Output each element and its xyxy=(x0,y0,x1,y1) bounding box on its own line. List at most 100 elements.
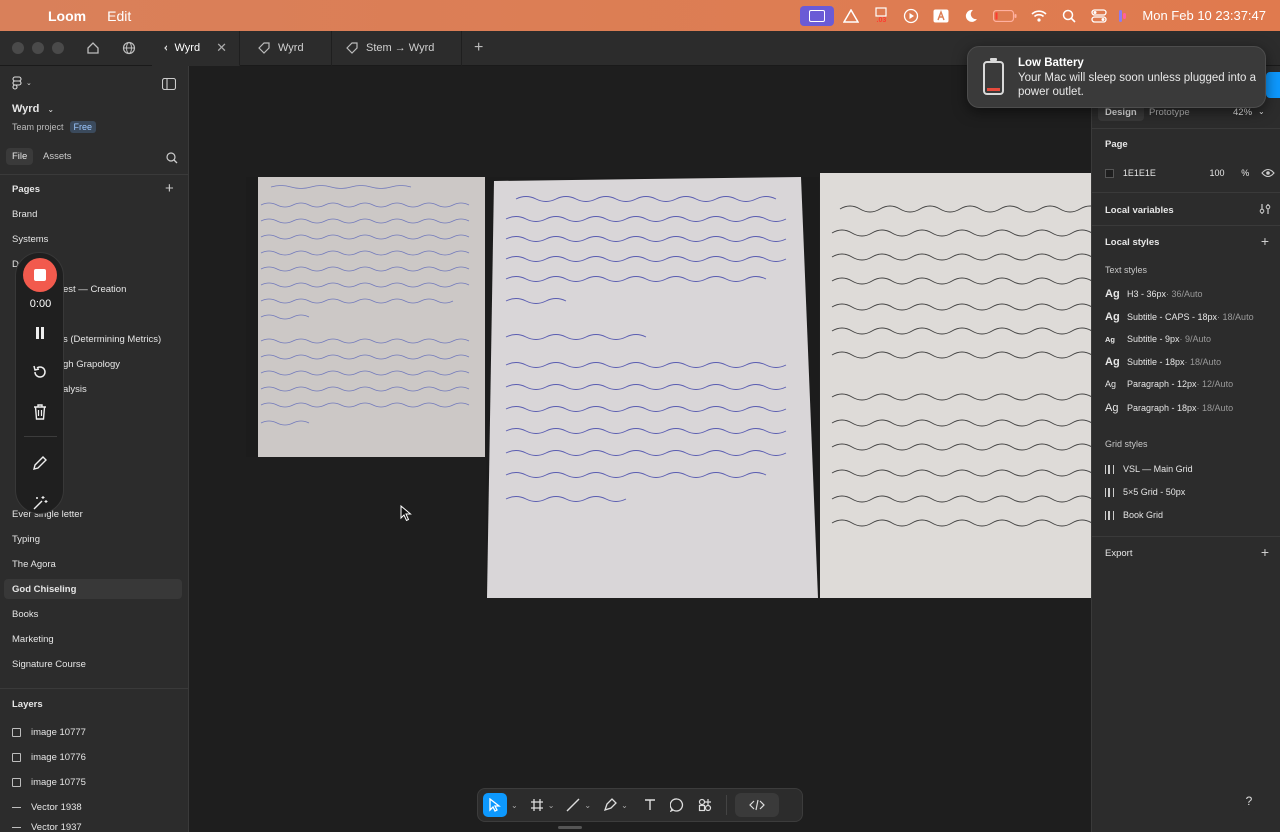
text-style-name: Paragraph - 12px xyxy=(1127,379,1197,389)
tab-wyrd[interactable]: Wyrd xyxy=(240,30,332,66)
tab-stem-wyrd[interactable]: Stem → Wyrd xyxy=(332,30,462,66)
play-icon[interactable] xyxy=(898,6,924,26)
grid-style-item[interactable]: Book Grid xyxy=(1105,510,1163,520)
share-button[interactable] xyxy=(1266,72,1280,98)
app-menu[interactable]: Loom xyxy=(48,8,86,24)
minimize-window-button[interactable] xyxy=(32,42,44,54)
page-item[interactable]: The Agora xyxy=(4,554,182,574)
handwriting-image-10777[interactable] xyxy=(820,173,1091,598)
page-item[interactable]: Books xyxy=(4,604,182,624)
layer-item[interactable]: Vector 1937 xyxy=(12,820,82,832)
low-battery-notification[interactable]: Low Battery Your Mac will sleep soon unl… xyxy=(967,46,1266,108)
page-item[interactable]: Brand xyxy=(4,204,182,224)
zoom-window-button[interactable] xyxy=(52,42,64,54)
restart-button[interactable] xyxy=(30,362,50,382)
help-label: ? xyxy=(1245,794,1253,808)
zoom-dropdown[interactable]: 42% ⌄ xyxy=(1233,107,1265,118)
help-button[interactable]: ? xyxy=(1238,790,1260,812)
wifi-icon[interactable] xyxy=(1026,6,1052,26)
home-icon[interactable] xyxy=(82,37,104,59)
apple-icon[interactable] xyxy=(16,8,30,24)
add-export-button[interactable]: + xyxy=(1261,544,1269,560)
new-tab-button[interactable]: + xyxy=(462,31,495,66)
text-tool-button[interactable] xyxy=(640,793,660,817)
add-style-button[interactable]: + xyxy=(1261,233,1269,249)
page-item-active[interactable]: God Chiseling xyxy=(4,579,182,599)
move-tool-button[interactable] xyxy=(483,793,507,817)
handwriting-image-10776[interactable] xyxy=(486,177,819,598)
layer-item[interactable]: image 10776 xyxy=(12,747,86,767)
edit-menu[interactable]: Edit xyxy=(107,8,131,24)
tab-assets[interactable]: Assets xyxy=(43,151,72,162)
color-swatch[interactable] xyxy=(1105,168,1114,178)
text-style-item[interactable]: Ag Subtitle - 9px · 9/Auto xyxy=(1105,334,1211,344)
pause-button[interactable] xyxy=(30,323,50,343)
variables-settings-icon[interactable] xyxy=(1259,203,1271,218)
text-style-item[interactable]: Ag Subtitle - CAPS - 18px · 18/Auto xyxy=(1105,311,1254,323)
handwriting-image-10775[interactable] xyxy=(246,177,485,457)
eye-icon[interactable] xyxy=(1261,168,1275,178)
globe-icon[interactable] xyxy=(118,37,140,59)
screen-share-icon[interactable] xyxy=(800,5,835,26)
effects-wand-icon[interactable] xyxy=(30,493,50,513)
grid-style-item[interactable]: 5×5 Grid - 50px xyxy=(1105,487,1185,497)
layer-item[interactable]: image 10775 xyxy=(12,772,86,792)
status-app-icon[interactable]: .03 xyxy=(868,6,894,26)
page-item[interactable]: Typing xyxy=(4,529,182,549)
chevron-down-icon[interactable]: ⌄ xyxy=(511,801,518,810)
page-item[interactable]: Signature Course xyxy=(4,654,182,674)
actions-tool-button[interactable] xyxy=(694,793,716,817)
close-window-button[interactable] xyxy=(12,42,24,54)
bottom-toolbar: ⌄ ⌄ ⌄ ⌄ xyxy=(477,788,803,822)
chevron-down-icon[interactable]: ⌄ xyxy=(584,801,591,810)
line-tool-button[interactable] xyxy=(566,793,580,817)
layer-item[interactable]: image 10777 xyxy=(12,722,86,742)
trash-icon[interactable] xyxy=(30,402,50,422)
control-center-icon[interactable] xyxy=(1086,6,1112,26)
page-item[interactable]: Systems xyxy=(4,229,182,249)
toolbar-resize-handle[interactable] xyxy=(558,826,582,829)
text-style-item[interactable]: Ag Subtitle - 18px · 18/Auto xyxy=(1105,356,1221,368)
chevron-down-icon[interactable]: ⌄ xyxy=(621,801,628,810)
main-menu-button[interactable]: ⌄ xyxy=(12,76,32,90)
pen-icon[interactable] xyxy=(30,453,50,473)
toggle-sidebar-icon[interactable] xyxy=(161,77,177,93)
frame-tool-button[interactable] xyxy=(530,793,544,817)
layer-item[interactable]: Vector 1938 xyxy=(12,797,82,817)
siri-icon[interactable] xyxy=(1116,6,1132,26)
text-style-item[interactable]: Ag Paragraph - 12px · 12/Auto xyxy=(1105,379,1233,389)
comment-tool-button[interactable] xyxy=(666,793,688,817)
text-style-item[interactable]: Ag Paragraph - 18px · 18/Auto xyxy=(1105,402,1233,414)
canvas[interactable] xyxy=(189,66,1091,832)
grid-style-item[interactable]: VSL — Main Grid xyxy=(1105,464,1193,474)
plan-badge[interactable]: Free xyxy=(69,121,97,133)
tab-file[interactable]: File xyxy=(6,148,34,165)
moon-icon[interactable] xyxy=(958,6,984,26)
page-opacity[interactable]: 100 xyxy=(1210,168,1228,178)
export-title: Export xyxy=(1105,548,1133,559)
text-input-icon[interactable] xyxy=(928,6,954,26)
chevron-down-icon: ⌄ xyxy=(1258,107,1265,116)
page-color-hex[interactable]: 1E1E1E xyxy=(1123,168,1210,178)
stop-recording-button[interactable] xyxy=(23,258,57,292)
drive-icon[interactable] xyxy=(838,6,864,26)
file-name[interactable]: Wyrd ⌄ xyxy=(12,103,54,115)
menubar-clock[interactable]: Mon Feb 10 23:37:47 xyxy=(1142,8,1266,23)
tab-prototype[interactable]: Prototype xyxy=(1149,107,1190,118)
layer-label: image 10777 xyxy=(31,726,86,738)
page-item[interactable]: Marketing xyxy=(4,629,182,649)
spotlight-search-icon[interactable] xyxy=(1056,6,1082,26)
search-icon[interactable] xyxy=(166,152,178,167)
close-tab-icon[interactable]: ✕ xyxy=(216,40,227,56)
text-style-item[interactable]: Ag H3 - 36px · 36/Auto xyxy=(1105,288,1203,300)
dev-mode-toggle[interactable] xyxy=(734,793,779,817)
battery-icon[interactable] xyxy=(988,6,1022,26)
chevron-down-icon[interactable]: ⌄ xyxy=(548,801,555,810)
add-page-button[interactable]: + xyxy=(165,180,174,197)
text-style-name: Subtitle - 9px xyxy=(1127,334,1180,344)
local-variables-title[interactable]: Local variables xyxy=(1105,205,1174,216)
page-fill-row[interactable]: 1E1E1E 100 % xyxy=(1105,166,1275,180)
tab-wyrd-active[interactable]: Wyrd ✕ xyxy=(152,30,240,66)
layer-label: image 10775 xyxy=(31,776,86,788)
pen-tool-button[interactable] xyxy=(603,793,618,817)
